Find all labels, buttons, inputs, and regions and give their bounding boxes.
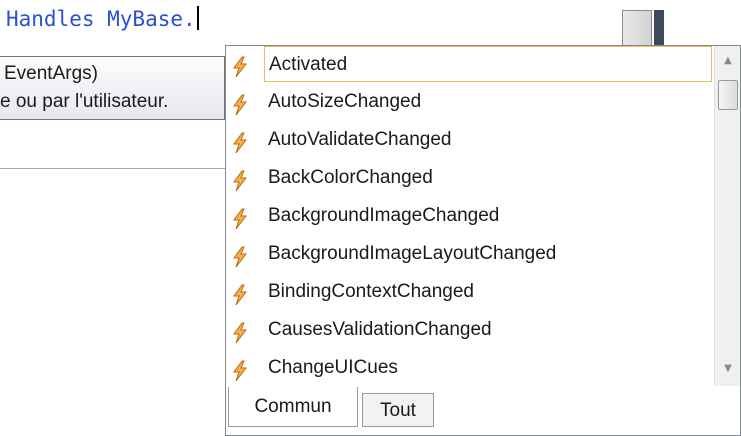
completion-scrollbar[interactable]: ▲ ▼ — [714, 46, 740, 386]
editor-divider — [0, 168, 225, 169]
event-lightning-icon — [230, 92, 250, 116]
completion-item-label: BackgroundImageLayoutChanged — [268, 243, 557, 264]
tab-tout[interactable]: Tout — [362, 393, 434, 427]
completion-item-label: CausesValidationChanged — [268, 319, 492, 340]
completion-item-label: BindingContextChanged — [268, 281, 474, 302]
scrollbar-thumb[interactable] — [718, 80, 738, 110]
completion-item[interactable]: ChangeUICues — [226, 350, 714, 388]
editor-scrollbar-thumb[interactable] — [622, 10, 652, 48]
completion-item[interactable]: AutoSizeChanged — [226, 84, 714, 122]
code-editor-line[interactable]: Handles MyBase. — [6, 4, 199, 34]
completion-item-label: BackColorChanged — [268, 167, 433, 188]
code-text: Handles MyBase. — [6, 7, 196, 31]
completion-item[interactable]: BackgroundImageLayoutChanged — [226, 236, 714, 274]
intellisense-popup: Activated AutoSizeChanged AutoValidateCh… — [225, 45, 741, 436]
event-lightning-icon — [230, 244, 250, 268]
event-lightning-icon — [230, 54, 250, 78]
completion-item-label: ChangeUICues — [268, 357, 398, 378]
event-lightning-icon — [230, 206, 250, 230]
completion-item-label: Activated — [264, 46, 712, 82]
editor-scrollbar-edge — [654, 10, 664, 48]
completion-item[interactable]: AutoValidateChanged — [226, 122, 714, 160]
tooltip-line-2: e ou par l'utilisateur. — [0, 91, 169, 112]
completion-tabs: Commun Tout — [226, 387, 740, 435]
event-lightning-icon — [230, 168, 250, 192]
scroll-down-arrow-icon[interactable]: ▼ — [715, 360, 741, 378]
parameter-tooltip: EventArgs) e ou par l'utilisateur. — [0, 56, 225, 120]
event-lightning-icon — [230, 358, 250, 382]
completion-item[interactable]: BindingContextChanged — [226, 274, 714, 312]
completion-item-label: AutoValidateChanged — [268, 129, 452, 150]
text-caret — [196, 6, 199, 30]
completion-item[interactable]: Activated — [226, 46, 714, 84]
event-lightning-icon — [230, 282, 250, 306]
event-lightning-icon — [230, 130, 250, 154]
tab-commun[interactable]: Commun — [228, 387, 358, 427]
completion-item[interactable]: BackgroundImageChanged — [226, 198, 714, 236]
scroll-up-arrow-icon[interactable]: ▲ — [715, 52, 741, 70]
completion-item-label: BackgroundImageChanged — [268, 205, 500, 226]
event-lightning-icon — [230, 320, 250, 344]
completion-item[interactable]: BackColorChanged — [226, 160, 714, 198]
completion-list[interactable]: Activated AutoSizeChanged AutoValidateCh… — [226, 46, 714, 388]
completion-item[interactable]: CausesValidationChanged — [226, 312, 714, 350]
completion-item-label: AutoSizeChanged — [268, 91, 422, 112]
tooltip-line-1: EventArgs) — [4, 63, 98, 84]
